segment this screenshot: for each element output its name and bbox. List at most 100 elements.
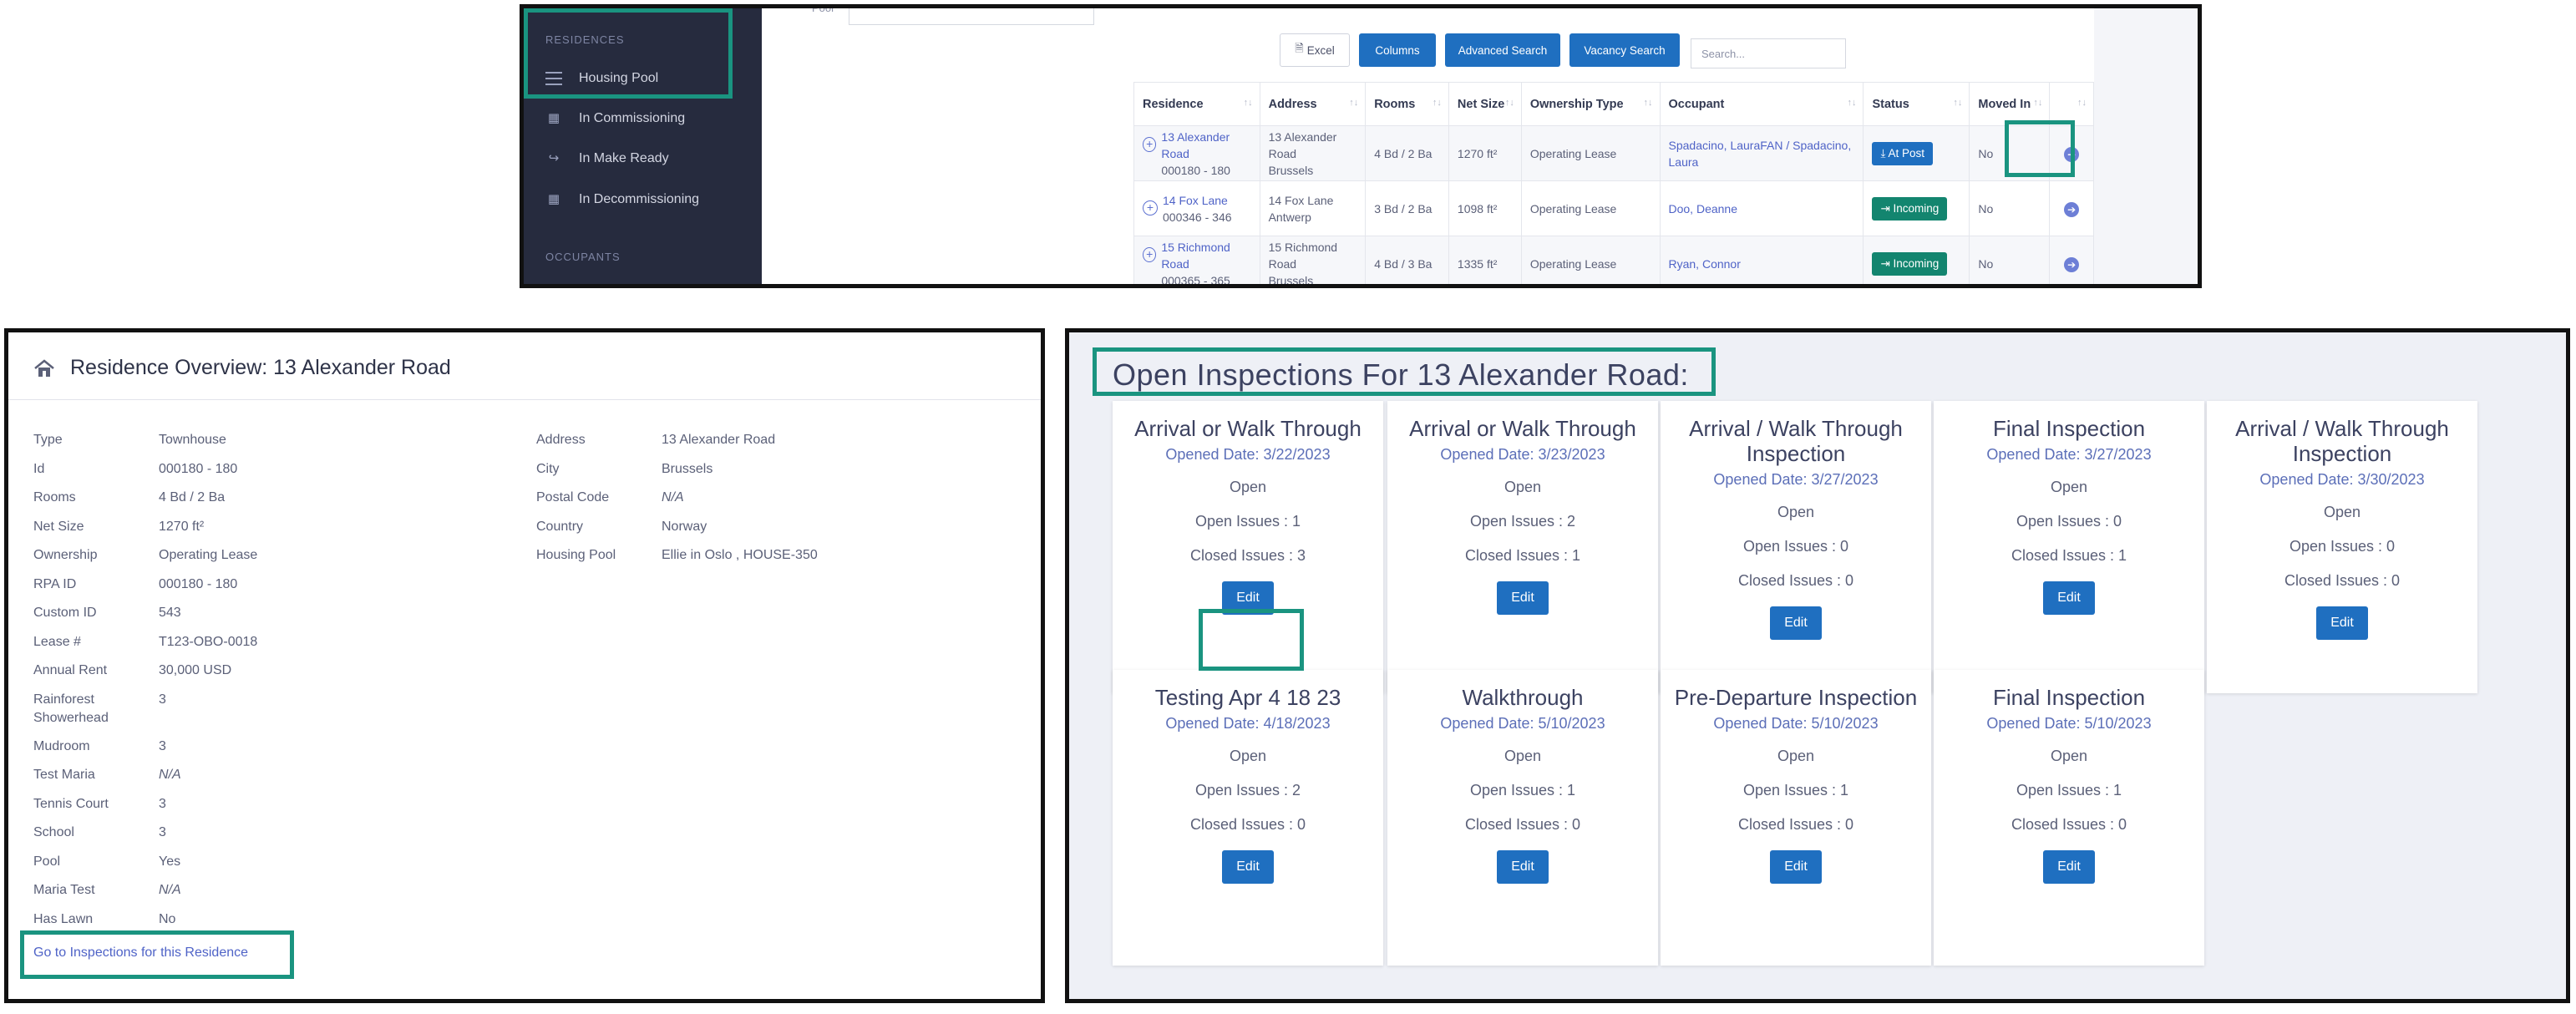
opened-date: Opened Date: 3/27/2023 [1986, 446, 2152, 463]
occupant-link[interactable]: Doo, Deanne [1669, 202, 1738, 215]
opened-date: Opened Date: 4/18/2023 [1165, 715, 1331, 732]
detail-row: Country Norway [536, 518, 707, 536]
inspections-title: Open Inspections For 13 Alexander Road: [1113, 357, 1689, 392]
sign-in-icon: ⇥ [1880, 201, 1894, 215]
sort-icon: ↑↓ [2077, 98, 2087, 108]
inspection-card: Arrival or Walk Through Opened Date: 3/22… [1113, 401, 1383, 693]
col-occupant[interactable]: Occupant ↑↓ [1659, 82, 1864, 126]
sign-in-icon: ⇥ [1880, 256, 1894, 270]
open-issues: Open Issues : 1 [1742, 782, 1849, 799]
open-inspections-panel: Open Inspections For 13 Alexander Road: … [1065, 328, 2570, 1003]
residence-link[interactable]: 13 Alexander Road [1161, 129, 1250, 162]
edit-button[interactable]: Edit [1222, 850, 1274, 884]
closed-issues: Closed Issues : 3 [1189, 547, 1306, 564]
detail-value: 000180 - 180 [159, 576, 238, 591]
closed-issues: Closed Issues : 1 [2011, 547, 2127, 564]
page-title: Residence Overview: 13 Alexander Road [33, 356, 451, 380]
edit-button[interactable]: Edit [1497, 850, 1549, 884]
vacancy-search-button[interactable]: Vacancy Search [1569, 33, 1680, 67]
detail-value: T123-OBO-0018 [159, 634, 258, 649]
detail-value: Norway [662, 519, 707, 534]
inspection-title: Final Inspection [1992, 416, 2146, 441]
col-status[interactable]: Status ↑↓ [1863, 82, 1970, 126]
detail-value: No [159, 911, 176, 926]
detail-row: Housing Pool Ellie in Oslo , HOUSE-350 [536, 546, 818, 565]
detail-label: Annual Rent [33, 663, 108, 677]
opened-date: Opened Date: 3/23/2023 [1440, 446, 1605, 463]
expand-icon[interactable]: + [1143, 136, 1157, 152]
edit-button[interactable]: Edit [1222, 581, 1274, 615]
residence-link[interactable]: 14 Fox Lane [1163, 192, 1232, 209]
residences-card: Pool 🗎 Excel Columns Advanced Search Vac… [762, 8, 2094, 284]
list-icon [545, 72, 562, 85]
inspection-status: Open [1229, 748, 1267, 764]
detail-row: Net Size 1270 ft² [33, 518, 204, 536]
expand-icon[interactable]: + [1143, 200, 1158, 215]
col-ownership-type[interactable]: Ownership Type ↑↓ [1520, 82, 1661, 126]
inspection-status: Open [1777, 748, 1815, 764]
go-arrow-icon[interactable]: ➔ [2064, 201, 2080, 217]
edit-button[interactable]: Edit [1770, 850, 1822, 884]
inspection-status: Open [2323, 504, 2361, 520]
opened-date: Opened Date: 3/30/2023 [2259, 471, 2425, 488]
edit-button[interactable]: Edit [1770, 606, 1822, 640]
inspection-status: Open [1504, 748, 1542, 764]
col-address[interactable]: Address ↑↓ [1259, 82, 1367, 126]
col-actions[interactable]: ↑↓ [2049, 82, 2094, 126]
filter-input[interactable] [849, 8, 1094, 25]
table-row: +15 Richmond Road 000365 - 365 15 Richmon… [1133, 236, 2094, 284]
detail-label: Tennis Court [33, 796, 109, 811]
detail-row: Tennis Court 3 [33, 795, 166, 814]
calendar-icon: ▦ [547, 111, 560, 125]
open-issues: Open Issues : 1 [1469, 782, 1576, 799]
detail-value: N/A [159, 883, 181, 897]
inspection-title: Arrival or Walk Through [1134, 416, 1362, 441]
inspection-status: Open [2050, 748, 2088, 764]
table-row: +14 Fox Lane 000346 - 346 14 Fox Lane Antw… [1133, 180, 2094, 236]
detail-value: 30,000 USD [159, 663, 232, 677]
inspections-link[interactable]: Go to Inspections for this Residence [33, 946, 248, 961]
col-residence[interactable]: Residence ↑↓ [1133, 82, 1260, 126]
sidebar-item-in-commissioning[interactable]: ▦ In Commissioning [545, 105, 685, 132]
closed-issues: Closed Issues : 0 [1464, 816, 1581, 833]
detail-label: Has Lawn [33, 911, 94, 926]
sidebar-item-housing-pool[interactable]: Housing Pool [545, 65, 658, 92]
inspection-title: Walkthrough [1462, 685, 1584, 710]
advanced-search-button[interactable]: Advanced Search [1445, 33, 1560, 67]
residences-table: Residence ↑↓ Address ↑↓ Rooms ↑↓ Net Size ↑↓… [1133, 82, 2094, 284]
sidebar-item-in-make-ready[interactable]: ↪ In Make Ready [545, 145, 669, 172]
residence-link[interactable]: 15 Richmond Road [1161, 239, 1250, 272]
open-issues: Open Issues : 0 [2016, 513, 2122, 530]
opened-date: Opened Date: 5/10/2023 [1713, 715, 1879, 732]
excel-button[interactable]: 🗎 Excel [1280, 33, 1350, 67]
detail-value: Brussels [662, 461, 713, 476]
col-moved-in[interactable]: Moved In ↑↓ [1969, 82, 2051, 126]
search-input[interactable]: Search... [1691, 38, 1846, 68]
detail-row: Ownership Operating Lease [33, 546, 257, 565]
edit-button[interactable]: Edit [2043, 581, 2095, 615]
table-row: +13 Alexander Road 000180 - 180 13 Alexan… [1133, 125, 2094, 181]
sort-icon: ↑↓ [1432, 98, 1442, 108]
partial-label: Pool [812, 4, 834, 14]
col-net-size[interactable]: Net Size ↑↓ [1448, 82, 1522, 126]
go-arrow-icon[interactable]: ➔ [2064, 256, 2080, 272]
detail-value: 3 [159, 738, 166, 753]
opened-date: Opened Date: 5/10/2023 [1440, 715, 1605, 732]
occupant-link[interactable]: Spadacino, LauraFAN / Spadacino, Laura [1669, 139, 1852, 169]
edit-button[interactable]: Edit [2316, 606, 2368, 640]
sidebar-item-in-decommissioning[interactable]: ▦ In Decommissioning [545, 186, 699, 213]
edit-button[interactable]: Edit [2043, 850, 2095, 884]
edit-button[interactable]: Edit [1497, 581, 1549, 615]
expand-icon[interactable]: + [1143, 246, 1157, 262]
occupant-link[interactable]: Ryan, Connor [1669, 257, 1741, 271]
detail-value: 1270 ft² [159, 519, 205, 534]
detail-row: Lease # T123-OBO-0018 [33, 633, 257, 651]
closed-issues: Closed Issues : 0 [1189, 816, 1306, 833]
sort-icon: ↑↓ [1847, 98, 1857, 108]
detail-row: Maria Test N/A [33, 881, 181, 900]
go-arrow-icon[interactable]: ➔ [2064, 146, 2080, 162]
columns-button[interactable]: Columns [1359, 33, 1436, 67]
open-issues: Open Issues : 0 [1742, 538, 1849, 555]
col-rooms[interactable]: Rooms ↑↓ [1365, 82, 1449, 126]
detail-row: Id 000180 - 180 [33, 460, 237, 479]
